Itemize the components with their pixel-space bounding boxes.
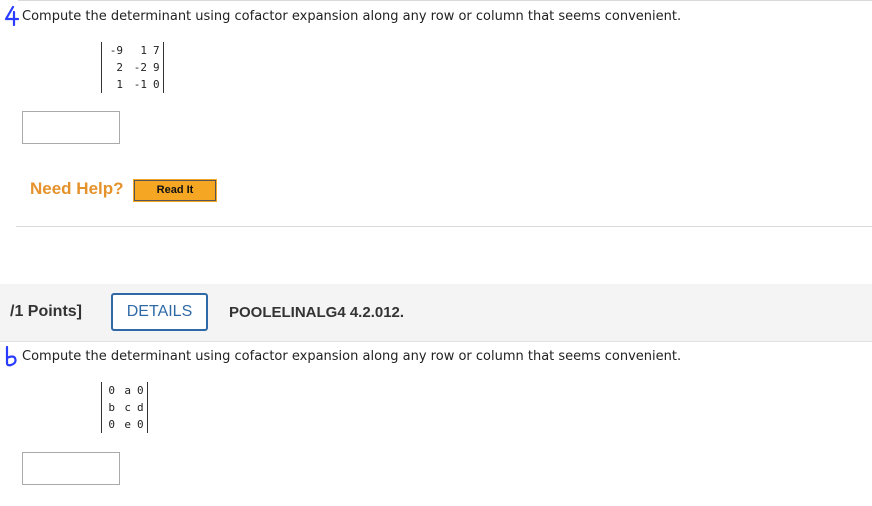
handwritten-annotation-4 bbox=[3, 4, 21, 30]
matrix-cell: 1 bbox=[140, 44, 147, 57]
matrix-cell: -9 bbox=[109, 44, 123, 57]
section-divider bbox=[16, 226, 872, 227]
matrix-cell: 0 bbox=[137, 384, 144, 397]
details-button[interactable]: DETAILS bbox=[111, 293, 208, 331]
matrix-cell: -1 bbox=[133, 78, 147, 91]
matrix-cell: 2 bbox=[116, 61, 123, 74]
matrix-cell: 9 bbox=[153, 61, 160, 74]
question-prompt: Compute the determinant using cofactor e… bbox=[22, 9, 682, 24]
matrix-row: b c d bbox=[102, 399, 147, 416]
matrix-cell: 0 bbox=[153, 78, 160, 91]
matrix-cell: a bbox=[124, 384, 131, 397]
matrix-row: 2 -2 9 bbox=[102, 59, 163, 76]
matrix-cell: e bbox=[124, 418, 131, 431]
read-it-button[interactable]: Read It bbox=[133, 179, 217, 202]
matrix-cell: 1 bbox=[116, 78, 123, 91]
matrix-cell: -2 bbox=[133, 61, 147, 74]
answer-input[interactable] bbox=[22, 452, 120, 485]
matrix-row: -9 1 7 bbox=[102, 42, 163, 59]
problem-id: POOLELINALG4 4.2.012. bbox=[229, 304, 405, 321]
answer-input[interactable] bbox=[22, 111, 120, 144]
determinant-matrix: -9 1 7 2 -2 9 1 -1 0 bbox=[101, 42, 164, 93]
matrix-cell: 7 bbox=[153, 44, 160, 57]
need-help-label: Need Help? bbox=[30, 179, 124, 198]
matrix-cell: b bbox=[108, 401, 115, 414]
matrix-row: 0 e 0 bbox=[102, 416, 147, 433]
top-divider bbox=[18, 0, 872, 1]
handwritten-annotation-5 bbox=[3, 345, 21, 371]
matrix-cell: d bbox=[137, 401, 144, 414]
question-prompt: Compute the determinant using cofactor e… bbox=[22, 349, 682, 364]
matrix-cell: 0 bbox=[108, 384, 115, 397]
matrix-row: 0 a 0 bbox=[102, 382, 147, 399]
matrix-cell: c bbox=[124, 401, 131, 414]
matrix-row: 1 -1 0 bbox=[102, 76, 163, 93]
matrix-cell: 0 bbox=[108, 418, 115, 431]
determinant-matrix: 0 a 0 b c d 0 e 0 bbox=[101, 382, 148, 433]
matrix-cell: 0 bbox=[137, 418, 144, 431]
points-label: /1 Points] bbox=[10, 303, 83, 320]
